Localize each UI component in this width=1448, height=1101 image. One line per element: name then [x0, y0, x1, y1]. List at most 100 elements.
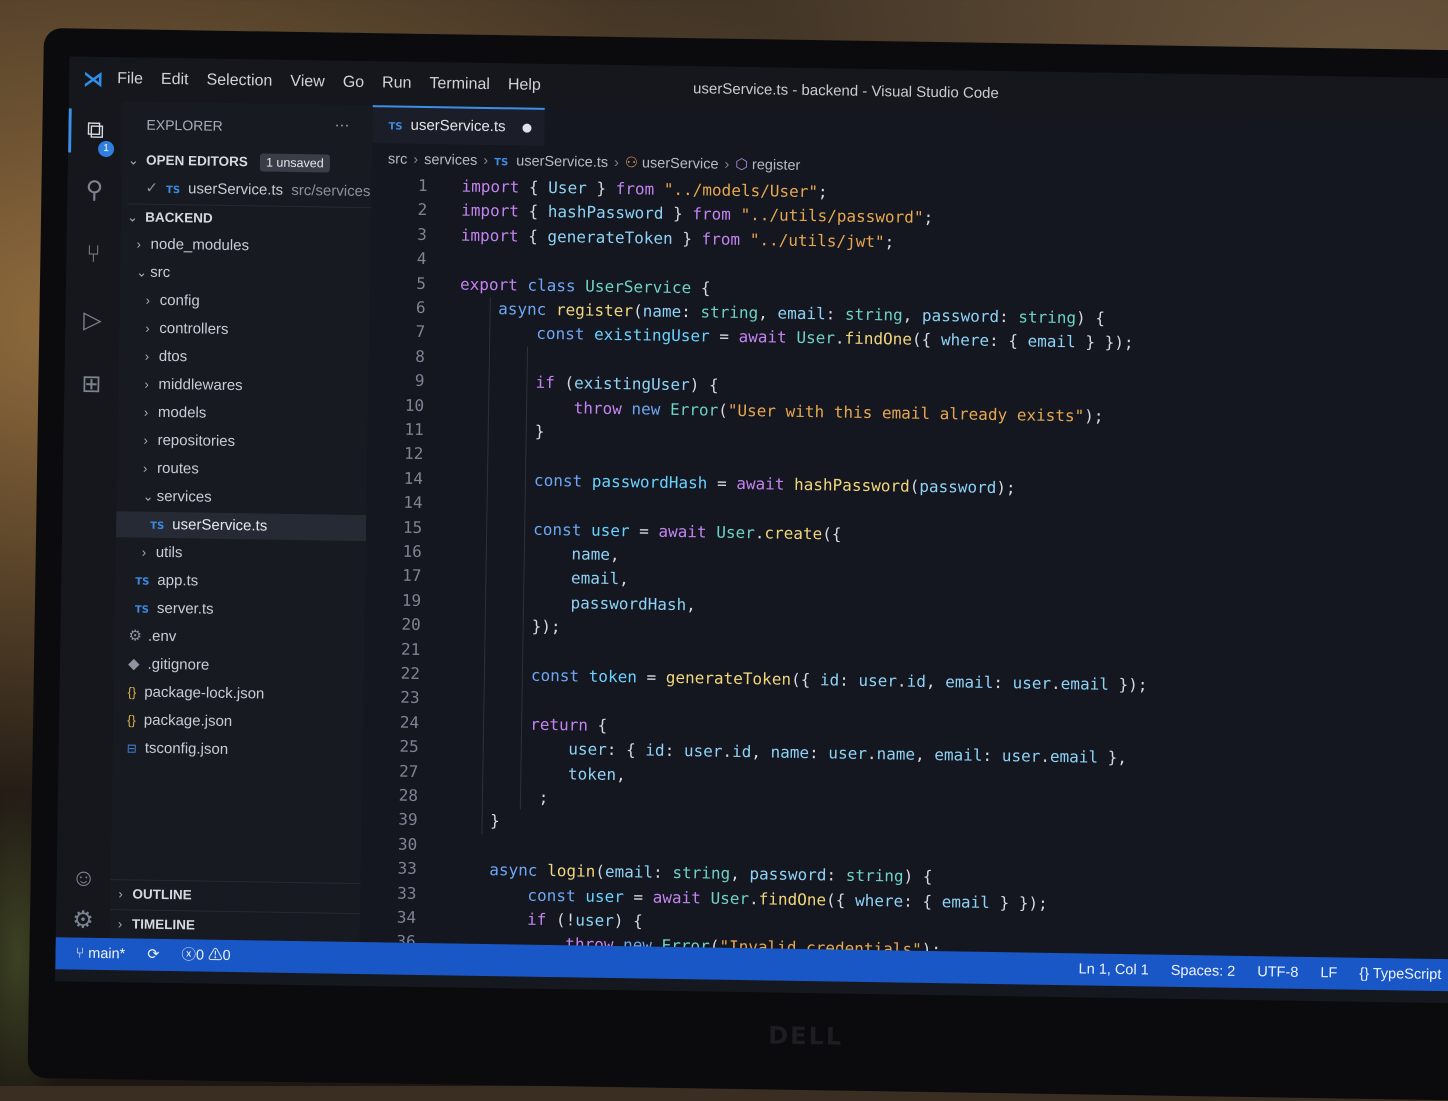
- tree-file-gitignore[interactable]: ◆.gitignore: [128, 651, 378, 681]
- line-number: 33: [361, 856, 417, 881]
- tree-folder-dtos[interactable]: ›dtos: [145, 344, 395, 374]
- line-number: 28: [362, 783, 418, 808]
- tree-folder-config[interactable]: ›config: [146, 288, 396, 318]
- tree-folder-repositories[interactable]: ›repositories: [143, 428, 393, 458]
- code-line[interactable]: 21: [364, 637, 454, 662]
- warning-count: 0: [222, 948, 230, 964]
- search-icon[interactable]: ⚲: [78, 175, 110, 207]
- menu-file[interactable]: File: [117, 70, 143, 88]
- tree-folder-utils[interactable]: ›utils: [142, 540, 392, 570]
- end-of-line[interactable]: LF: [1320, 965, 1337, 981]
- run-debug-icon[interactable]: ▷: [76, 305, 108, 337]
- extensions-icon[interactable]: ⊞: [75, 369, 107, 401]
- menu-help[interactable]: Help: [508, 76, 541, 95]
- breadcrumb-src[interactable]: src: [388, 151, 408, 167]
- problems-status[interactable]: ⓧ0 ⚠0: [181, 947, 230, 964]
- menu-selection[interactable]: Selection: [206, 72, 272, 91]
- tab-userservice[interactable]: TSuserService.ts: [372, 105, 545, 146]
- code-line[interactable]: 12: [367, 442, 457, 467]
- line-number: 3: [371, 222, 427, 247]
- menu-view[interactable]: View: [290, 73, 325, 92]
- code-text: token,: [452, 762, 626, 784]
- typescript-file-icon: TS: [166, 185, 180, 196]
- breadcrumb-method[interactable]: register: [752, 157, 801, 174]
- settings-gear-icon[interactable]: ⚙: [67, 904, 99, 936]
- vscode-window: ⋊ File Edit Selection View Go Run Termin…: [55, 56, 1448, 1003]
- line-number: 12: [367, 442, 423, 467]
- line-number: 23: [363, 685, 419, 710]
- outline-section[interactable]: ›OUTLINE: [110, 879, 360, 911]
- cursor-position[interactable]: Ln 1, Col 1: [1078, 961, 1148, 978]
- typescript-file-icon: TS: [135, 604, 149, 615]
- tree-folder-src[interactable]: ⌄src: [136, 259, 386, 289]
- tree-folder-routes[interactable]: ›routes: [143, 456, 393, 486]
- code-line[interactable]: 17 email,: [365, 564, 629, 592]
- code-line[interactable]: 4: [370, 246, 460, 271]
- language-mode[interactable]: {} TypeScript: [1359, 966, 1441, 983]
- code-line[interactable]: 16 name,: [366, 539, 620, 567]
- code-line[interactable]: 14 const passwordHash = await hashPasswo…: [367, 466, 1016, 500]
- tree-folder-services[interactable]: ⌄services: [142, 484, 392, 514]
- indentation[interactable]: Spaces: 2: [1171, 963, 1236, 980]
- code-text: if (existingUser) {: [458, 372, 718, 395]
- tree-label: server.ts: [157, 600, 214, 618]
- project-section[interactable]: ⌄ BACKEND: [127, 203, 377, 234]
- tree-folder-node-modules[interactable]: ›node_modules: [136, 231, 386, 261]
- code-line[interactable]: 11 }: [368, 417, 545, 444]
- code-line[interactable]: 22 const token = generateToken({ id: use…: [364, 661, 1148, 697]
- line-number: 25: [363, 734, 419, 759]
- accounts-icon[interactable]: ☺: [67, 862, 99, 894]
- line-number: 24: [363, 710, 419, 735]
- open-editor-item[interactable]: ✓TSuserService.ts src/services: [145, 176, 395, 206]
- tree-folder-middlewares[interactable]: ›middlewares: [144, 372, 394, 402]
- tree-label: utils: [156, 544, 183, 561]
- code-text: export class UserService {: [460, 274, 711, 297]
- tree-file-tsconfig[interactable]: ⊟tsconfig.json: [126, 735, 376, 765]
- typescript-file-icon: TS: [150, 521, 164, 532]
- code-line[interactable]: 20 });: [364, 612, 560, 639]
- code-area[interactable]: 1import { User } from "../models/User";2…: [372, 173, 1448, 190]
- chevron-down-icon: ⌄: [128, 147, 142, 173]
- tree-file-package-json[interactable]: {}package.json: [127, 707, 377, 737]
- tree-file-env[interactable]: ⚙.env: [128, 623, 378, 653]
- menu-run[interactable]: Run: [382, 74, 412, 92]
- code-text: email,: [455, 567, 629, 589]
- source-control-icon[interactable]: ⑂: [77, 239, 109, 271]
- tab-label: userService.ts: [410, 117, 505, 135]
- unsaved-dot-icon[interactable]: [522, 124, 531, 133]
- tree-file-app[interactable]: TSapp.ts: [135, 568, 385, 598]
- line-number: 19: [365, 588, 421, 613]
- code-line[interactable]: 24 return {: [363, 710, 607, 738]
- code-line[interactable]: 23: [363, 685, 453, 710]
- tree-file-server[interactable]: TS server.ts: [135, 596, 385, 626]
- encoding[interactable]: UTF-8: [1257, 964, 1298, 981]
- chevron-right-icon: ›: [118, 880, 132, 908]
- breadcrumb-services[interactable]: services: [424, 152, 477, 169]
- sync-icon[interactable]: ⟳: [147, 947, 159, 963]
- breadcrumb-file[interactable]: userService.ts: [516, 153, 608, 170]
- timeline-section[interactable]: ›TIMELINE: [110, 909, 360, 941]
- chevron-right-icon: ›: [143, 456, 157, 482]
- tree-file-userservice-selected[interactable]: TSuserService.ts: [116, 511, 366, 541]
- code-line[interactable]: 30: [361, 832, 451, 857]
- code-line[interactable]: 27 token,: [362, 759, 626, 787]
- code-line[interactable]: 8: [369, 344, 459, 369]
- breadcrumb-class[interactable]: userService: [642, 155, 719, 172]
- tsconfig-file-icon: ⊟: [127, 741, 137, 755]
- typescript-file-icon: TS: [494, 157, 508, 168]
- active-view-indicator: [68, 108, 72, 152]
- code-line[interactable]: 39 }: [361, 807, 500, 833]
- line-number: 17: [365, 564, 421, 589]
- more-actions-icon[interactable]: ···: [334, 113, 364, 139]
- menu-edit[interactable]: Edit: [161, 71, 189, 89]
- tree-folder-controllers[interactable]: ›controllers: [145, 316, 395, 346]
- tree-file-package-lock[interactable]: {}package-lock.json: [127, 679, 377, 709]
- menu-terminal[interactable]: Terminal: [429, 75, 490, 94]
- git-diamond-icon: ◆: [128, 655, 140, 672]
- tree-folder-models[interactable]: ›models: [144, 400, 394, 430]
- code-text: }: [451, 811, 499, 831]
- menu-go[interactable]: Go: [343, 74, 365, 92]
- branch-status[interactable]: ⑂ main*: [75, 946, 125, 963]
- open-editors-section[interactable]: ⌄ OPEN EDITORS 1 unsaved: [128, 147, 378, 177]
- code-line[interactable]: 14: [366, 490, 456, 515]
